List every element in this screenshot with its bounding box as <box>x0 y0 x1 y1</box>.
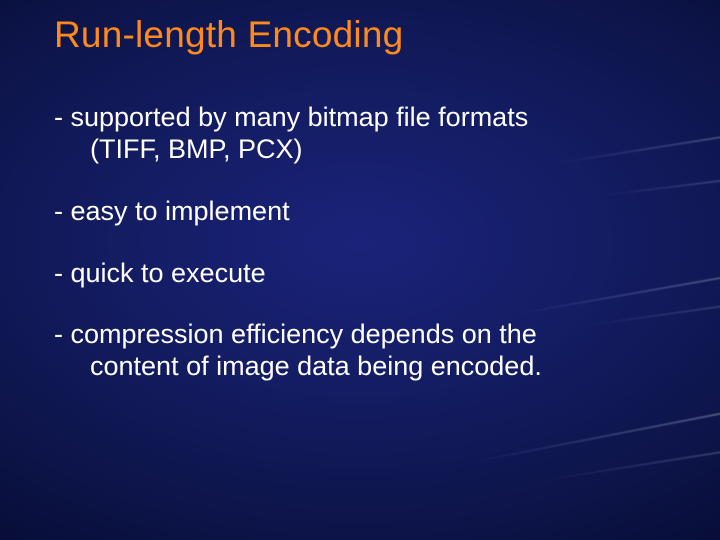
bullet-text: - compression efficiency depends on the <box>54 319 537 349</box>
bullet-item: - compression efficiency depends on the … <box>54 319 660 383</box>
slide-title: Run-length Encoding <box>54 14 403 56</box>
bullet-text-cont: content of image data being encoded. <box>54 351 660 383</box>
slide-body: - supported by many bitmap file formats … <box>54 102 660 413</box>
bullet-item: - easy to implement <box>54 196 660 228</box>
slide: Run-length Encoding - supported by many … <box>0 0 720 540</box>
bullet-text: - easy to implement <box>54 196 290 226</box>
bullet-item: - quick to execute <box>54 258 660 290</box>
bullet-text: - supported by many bitmap file formats <box>54 102 528 132</box>
decorative-streak <box>465 405 720 464</box>
bullet-item: - supported by many bitmap file formats … <box>54 102 660 166</box>
bullet-text: - quick to execute <box>54 258 266 288</box>
decorative-streak <box>543 445 720 481</box>
